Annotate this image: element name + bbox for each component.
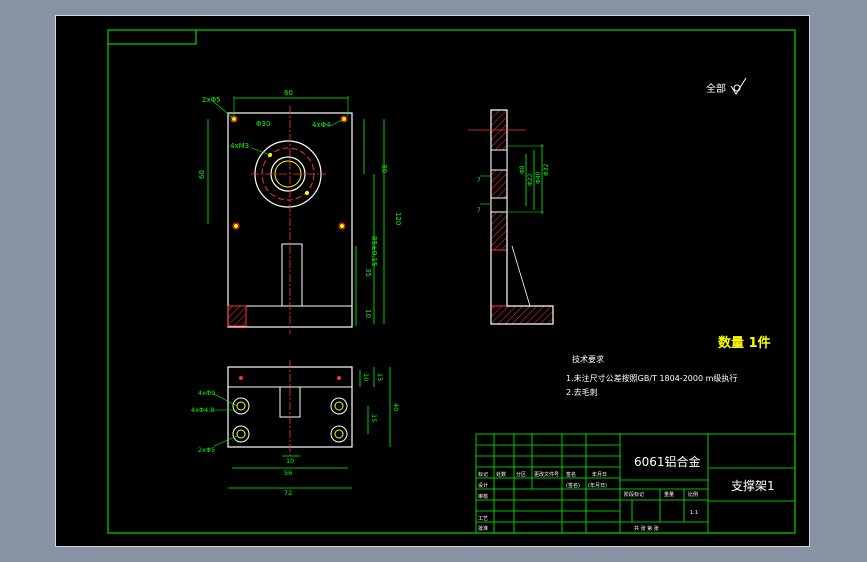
tb-date: 年月日 <box>592 471 607 478</box>
dim-top-h15b: 15 <box>376 373 384 381</box>
dim-front-height-30: 30 <box>380 164 388 173</box>
dim-top-holes-a: 4xΦ9 <box>198 389 215 397</box>
dim-front-counterbore: Φ30 <box>256 120 270 128</box>
tb-count: 处数 <box>496 471 506 478</box>
dim-front-height-120: 120 <box>394 212 402 225</box>
tb-change: 更改文件号 <box>534 471 559 478</box>
dim-top-w72: 72 <box>284 489 292 497</box>
dim-front-threads: 4xM3 <box>230 142 249 150</box>
tb-weight: 重量 <box>664 491 674 498</box>
tb-approve: 批准 <box>478 525 488 532</box>
side-hole-2 <box>490 197 508 213</box>
roughness-note: 全部 <box>706 82 726 95</box>
dim-front-holes-right: 4xΦ4 <box>312 121 331 129</box>
tb-sign: 签名 <box>566 471 576 478</box>
dim-front-height-left: 60 <box>198 170 206 179</box>
title-part-name: 支撑架1 <box>731 478 775 493</box>
tb-std: (签名) <box>566 482 580 489</box>
sheet-corner-box <box>107 29 197 45</box>
dim-side-d2: Φ22 <box>527 173 534 186</box>
drawing-canvas: 全部 60 2xΦ5 Φ30 4xM3 4xΦ4 60 30 120 85±0.… <box>107 29 796 534</box>
dim-top-h15: 15 <box>370 414 378 422</box>
dim-top-holes-b: 4xΦ4.8 <box>191 406 214 414</box>
front-slot <box>281 243 303 307</box>
tech-req-line2: 2.去毛刺 <box>566 387 598 397</box>
dim-top-w56: 56 <box>284 469 292 477</box>
side-upright-hatch <box>490 109 508 251</box>
dim-side-l1: 7 <box>477 177 481 184</box>
tb-process: 工艺 <box>478 516 488 522</box>
quantity-note: 数量 1件 <box>718 335 771 351</box>
tb-date2: (年月日) <box>588 482 607 489</box>
dim-front-holes-top: 2xΦ5 <box>202 96 221 104</box>
dim-front-width-top: 60 <box>284 89 293 97</box>
tb-scale-value: 1:1 <box>690 510 698 516</box>
dim-side-d1: Φ8 <box>519 165 526 174</box>
tb-marker: 标记 <box>478 471 488 478</box>
dim-top-holes-c: 2xΦ5 <box>198 446 215 454</box>
tb-sheet: 共 张 第 张 <box>634 525 659 532</box>
cad-viewport[interactable]: 全部 60 2xΦ5 Φ30 4xM3 4xΦ4 60 30 120 85±0.… <box>55 15 810 547</box>
front-base-hatch <box>227 305 247 327</box>
tb-design: 设计 <box>478 482 488 489</box>
dim-side-d4: Φ32 <box>543 163 550 176</box>
tb-stage: 阶段标记 <box>624 491 644 498</box>
tb-review: 审核 <box>478 493 488 500</box>
dim-front-height-85: 85±0.15 <box>370 236 378 266</box>
tb-zone: 分区 <box>516 471 526 478</box>
title-material: 6061铝合金 <box>634 454 701 469</box>
dim-top-w10: 10 <box>286 457 294 465</box>
dim-top-h10: 10 <box>362 373 370 381</box>
side-view <box>468 109 554 325</box>
tech-req-title: 技术要求 <box>572 354 604 364</box>
dim-top-h40: 40 <box>392 403 400 411</box>
side-hole-1 <box>490 149 508 171</box>
front-view <box>207 96 385 334</box>
tb-scale: 比例 <box>688 491 698 498</box>
roughness-circle <box>733 84 741 92</box>
dim-front-height-10: 10 <box>364 309 372 318</box>
dim-side-d3: Φ40 <box>535 171 542 184</box>
dim-front-height-35: 35 <box>364 268 372 277</box>
side-base-hatch <box>490 305 554 325</box>
dim-side-l2: 7 <box>477 207 481 214</box>
tech-req-line1: 1.未注尺寸公差按照GB/T 1804-2000 m级执行 <box>566 373 737 383</box>
